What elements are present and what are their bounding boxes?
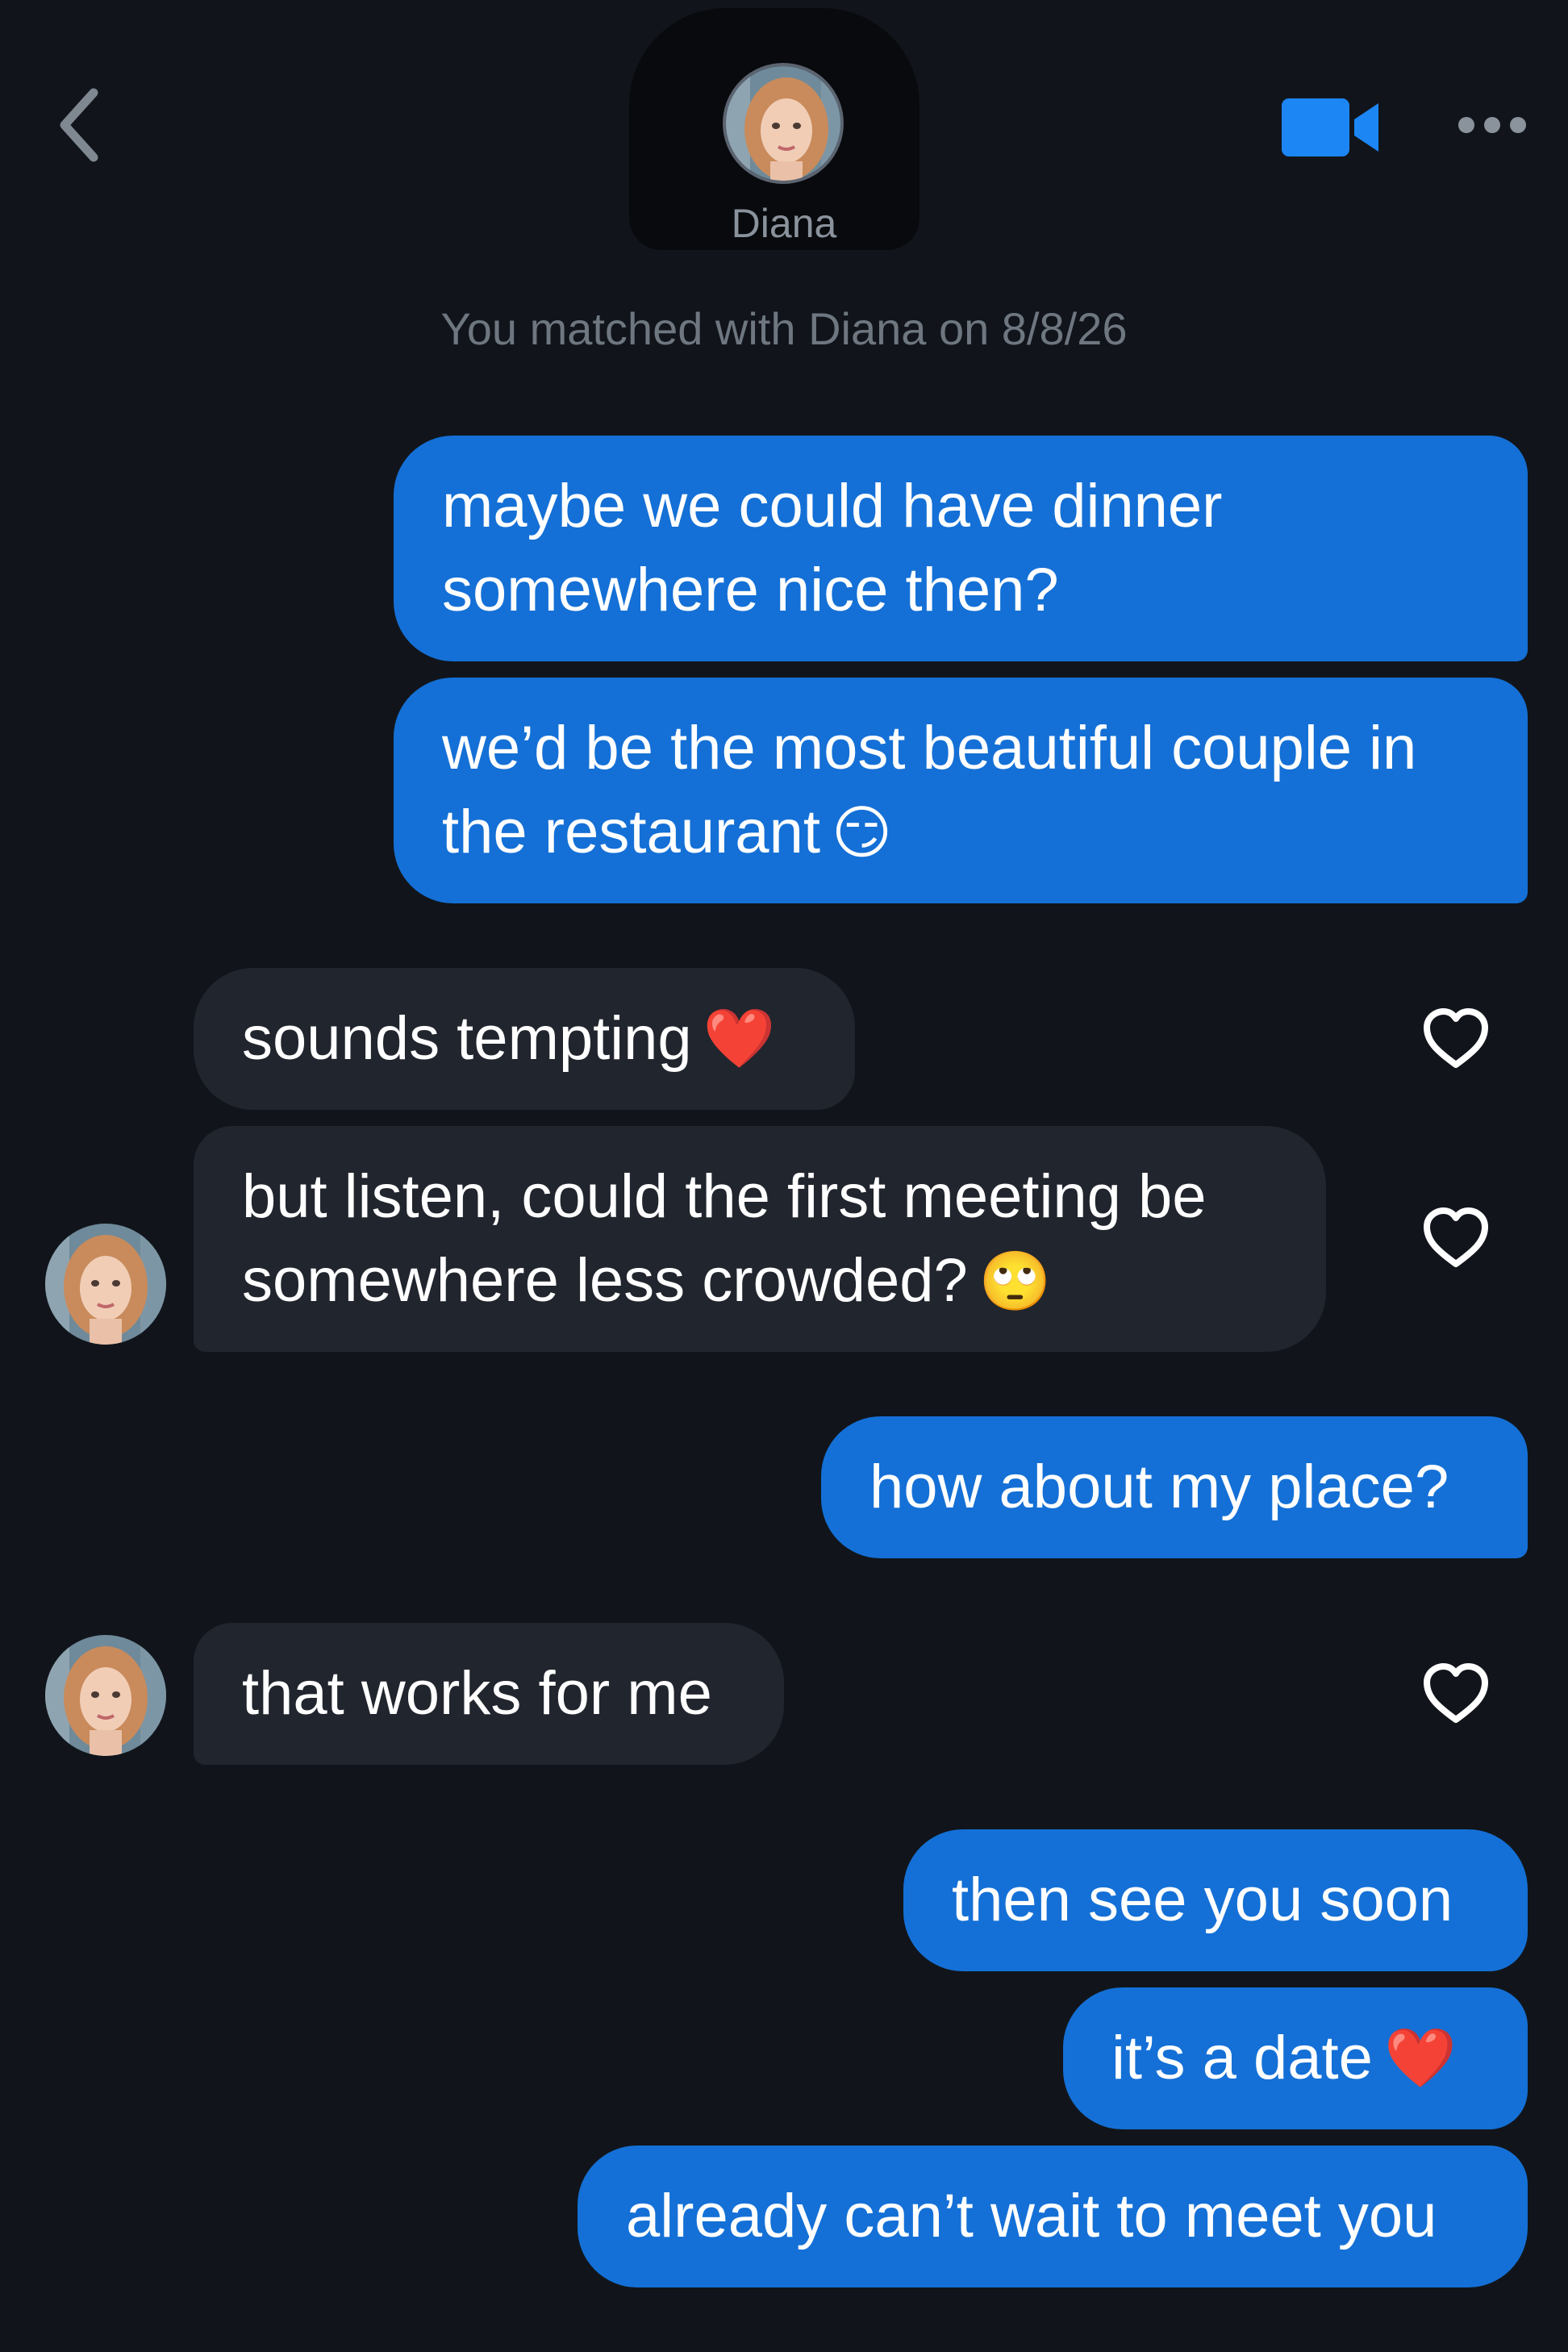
message-text: it’s a date [1111, 2024, 1373, 2092]
message-bubble-sent[interactable]: how about my place? [821, 1416, 1528, 1558]
more-horizontal-icon [1458, 117, 1526, 133]
message-text: maybe we could have dinner somewhere nic… [442, 472, 1223, 624]
message-text: how about my place? [869, 1453, 1449, 1521]
eye-roll-emoji: 🙄 [978, 1249, 1052, 1314]
message-bubble-sent[interactable]: it’s a date ❤️ [1063, 1987, 1528, 2129]
contact-avatar[interactable] [723, 63, 844, 184]
video-camera-icon [1282, 98, 1378, 156]
message-text: already can’t wait to meet you [626, 2182, 1437, 2250]
message-bubble-received[interactable]: but listen, could the first meeting be s… [194, 1126, 1326, 1352]
video-call-button[interactable] [1278, 95, 1383, 160]
like-message-button[interactable] [1420, 1202, 1492, 1274]
smirk-emoji: 😏 [831, 800, 893, 865]
message-bubble-received[interactable]: sounds tempting ❤️ [194, 968, 855, 1110]
back-button[interactable] [47, 81, 111, 169]
red-heart-emoji: ❤️ [703, 1007, 776, 1071]
heart-outline-icon [1424, 1207, 1488, 1267]
match-notice: You matched with Diana on 8/8/26 [440, 303, 1128, 354]
message-text: then see you soon [952, 1866, 1453, 1934]
message-bubble-received[interactable]: that works for me [194, 1623, 784, 1765]
heart-outline-icon [1424, 1008, 1488, 1068]
message-text: that works for me [242, 1659, 712, 1728]
message-bubble-sent[interactable]: already can’t wait to meet you [578, 2146, 1528, 2287]
chevron-left-icon [60, 88, 98, 162]
contact-avatar-small[interactable] [45, 1224, 166, 1345]
contact-name: Diana [731, 201, 837, 246]
message-bubble-sent[interactable]: then see you soon [903, 1829, 1528, 1971]
contact-avatar-small[interactable] [45, 1635, 166, 1756]
more-options-button[interactable] [1452, 105, 1533, 145]
message-bubble-sent[interactable]: maybe we could have dinner somewhere nic… [394, 436, 1528, 661]
heart-outline-icon [1424, 1663, 1488, 1723]
like-message-button[interactable] [1420, 1658, 1492, 1730]
message-bubble-sent[interactable]: we’d be the most beautiful couple in the… [394, 678, 1528, 903]
red-heart-emoji: ❤️ [1383, 2026, 1457, 2091]
like-message-button[interactable] [1420, 1003, 1492, 1075]
message-text: we’d be the most beautiful couple in the… [442, 713, 1417, 866]
message-text: but listen, could the first meeting be s… [242, 1161, 1207, 1315]
message-text: sounds tempting [242, 1004, 692, 1073]
